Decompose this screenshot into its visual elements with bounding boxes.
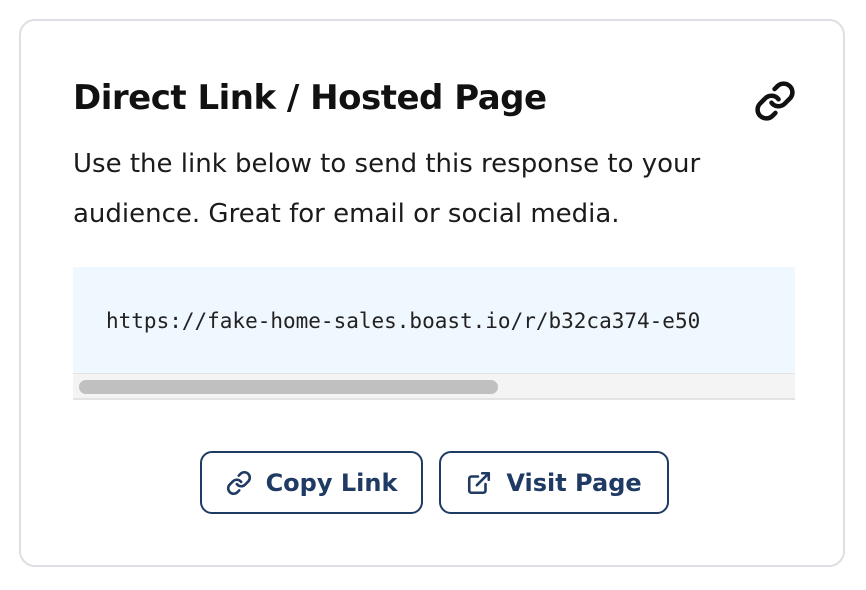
card-description: Use the link below to send this response…: [73, 149, 701, 229]
visit-page-label: Visit Page: [506, 468, 642, 497]
copy-link-button[interactable]: Copy Link: [200, 451, 423, 514]
horizontal-scrollbar[interactable]: [73, 373, 795, 400]
link-icon: [754, 80, 796, 122]
visit-page-button[interactable]: Visit Page: [439, 451, 669, 514]
direct-link-card: Direct Link / Hosted Page Use the link b…: [19, 19, 845, 567]
external-link-icon: [466, 470, 492, 496]
url-code-block[interactable]: https://fake-home-sales.boast.io/r/b32ca…: [73, 267, 795, 403]
card-title: Direct Link / Hosted Page: [73, 78, 547, 118]
url-display[interactable]: https://fake-home-sales.boast.io/r/b32ca…: [73, 267, 795, 373]
copy-link-label: Copy Link: [265, 468, 398, 497]
scrollbar-thumb[interactable]: [79, 380, 498, 394]
hosted-page-url[interactable]: https://fake-home-sales.boast.io/r/b32ca…: [106, 306, 700, 336]
link-icon: [226, 470, 252, 496]
